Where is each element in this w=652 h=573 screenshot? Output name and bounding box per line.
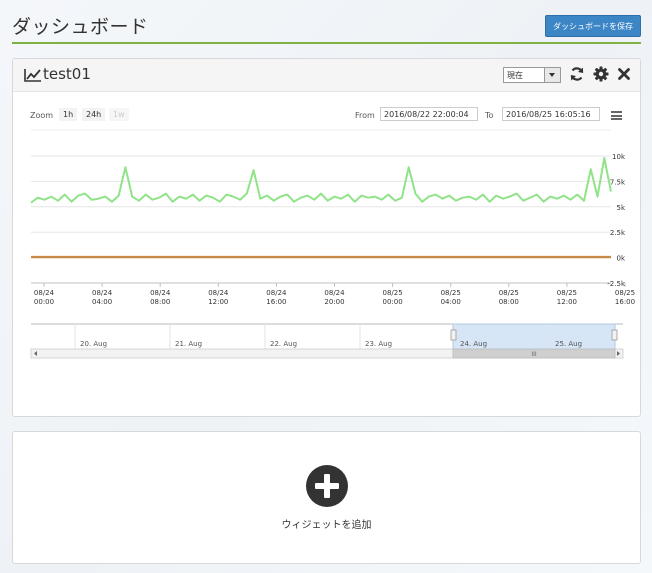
refresh-icon[interactable] [569,66,585,82]
x-tick-label-date: 08/24 [92,289,113,297]
x-tick-label-date: 08/25 [383,289,403,297]
x-tick-label-date: 08/25 [615,289,635,297]
x-tick-label-time: 12:00 [557,298,577,306]
close-icon[interactable] [616,66,632,82]
x-tick-label-date: 08/25 [441,289,461,297]
y-tick-label: 0k [616,255,625,263]
x-tick-label-time: 08:00 [150,298,170,306]
x-tick-label-time: 12:00 [208,298,228,306]
widget-header: test01 現在 [13,59,640,92]
x-tick-label-date: 08/24 [324,289,345,297]
x-tick-label-date: 08/24 [150,289,171,297]
x-tick-label-time: 04:00 [441,298,461,306]
navigator-handle-right [611,329,618,341]
x-tick-label-date: 08/24 [34,289,55,297]
x-tick-label-date: 08/24 [208,289,229,297]
add-widget-panel[interactable]: ウィジェットを追加 [12,431,641,564]
navigator-label: 20. Aug [80,340,107,348]
title-underline [12,42,641,44]
period-select[interactable]: 現在 [503,67,561,83]
chart-area: Zoom 1h 24h 1w From 2016/08/22 22:00:04 … [13,92,640,416]
x-tick-label-time: 00:00 [383,298,403,306]
x-tick-label-time: 00:00 [34,298,54,306]
period-select-value: 現在 [507,71,523,80]
navigator-label: 21. Aug [175,340,202,348]
chart-widget: test01 現在 Zoom 1h 24h 1w From 2016/08/22… [12,58,641,417]
x-tick-label-date: 08/25 [499,289,519,297]
navigator-label: 23. Aug [365,340,392,348]
save-dashboard-button[interactable]: ダッシュボードを保存 [545,15,641,37]
y-tick-label: 10k [612,153,626,161]
line-chart: 10k7.5k5k2.5k0k-2.5k08/2400:0008/2404:00… [30,129,635,359]
scroll-grip: III [531,351,537,358]
x-tick-label-date: 08/25 [557,289,577,297]
page-title: ダッシュボード [12,16,149,38]
navigator-label: 22. Aug [270,340,297,348]
widget-title: test01 [43,65,91,83]
navigator-handle-left [450,329,457,341]
navigator-label: 25. Aug [555,340,582,348]
y-tick-label: 7.5k [610,178,626,186]
series-line [30,157,612,204]
add-widget-label: ウィジェットを追加 [281,520,372,531]
y-tick-label: 2.5k [610,229,626,237]
chevron-down-icon[interactable] [544,68,560,82]
x-tick-label-time: 20:00 [324,298,344,306]
y-tick-label: -2.5k [607,280,626,288]
navigator-label: 24. Aug [460,340,487,348]
plus-circle-icon[interactable] [306,465,348,507]
line-chart-icon [24,69,41,82]
x-tick-label-date: 08/24 [266,289,287,297]
x-tick-label-time: 04:00 [92,298,112,306]
x-tick-label-time: 16:00 [615,298,635,306]
x-tick-label-time: 16:00 [266,298,286,306]
y-tick-label: 5k [616,204,625,212]
gear-icon[interactable] [593,66,609,82]
x-tick-label-time: 08:00 [499,298,519,306]
